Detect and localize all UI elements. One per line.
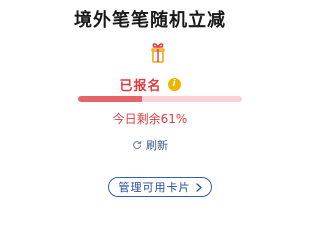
gift-icon [151,43,165,63]
refresh-icon [133,140,142,150]
chevron-right-icon [195,182,202,192]
manage-cards-button[interactable]: 管理可用卡片 [108,177,212,197]
page-title: 境外笔笔随机立减 [74,10,226,31]
status-row: 已报名 i [0,75,300,94]
refresh-button[interactable]: 刷新 [0,137,300,153]
status-label: 已报名 [119,78,162,94]
manage-cards-label: 管理可用卡片 [118,181,191,194]
quota-progress-fill [78,96,142,102]
quota-progress-bar [78,96,242,102]
promo-card: 境外笔笔随机立减 已报名 i 今日剩余61% 刷新 管理可用卡片 [0,0,300,230]
info-icon[interactable]: i [167,77,181,91]
refresh-label: 刷新 [146,139,168,152]
remaining-quota-text: 今日剩余61% [112,112,188,126]
